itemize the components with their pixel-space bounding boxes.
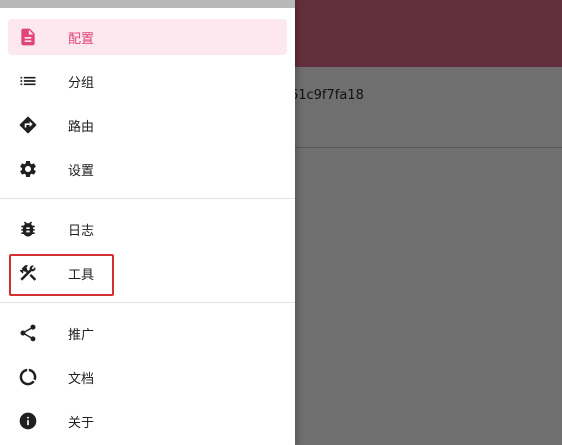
list-icon (18, 71, 38, 91)
drawer-item-docs[interactable]: 文档 (8, 359, 287, 395)
drawer-item-about[interactable]: 关于 (8, 403, 287, 439)
drawer-item-promote[interactable]: 推广 (8, 315, 287, 351)
drawer-item-log[interactable]: 日志 (8, 211, 287, 247)
drawer-item-label: 分组 (68, 76, 95, 91)
share-icon (18, 323, 38, 343)
status-bar (0, 0, 295, 8)
info-icon (18, 411, 38, 431)
drawer-item-label: 路由 (68, 120, 95, 135)
drawer-divider (0, 198, 295, 199)
drawer-item-label: 配置 (68, 32, 95, 47)
drawer-item-label: 日志 (68, 224, 95, 239)
bug-icon (18, 219, 38, 239)
drawer-divider (0, 302, 295, 303)
background-divider (295, 147, 562, 148)
circle-icon (18, 367, 38, 387)
file-icon (18, 27, 38, 47)
tools-highlight-box (9, 254, 114, 296)
drawer-item-label: 文档 (68, 372, 95, 387)
drawer-item-label: 推广 (68, 328, 95, 343)
gear-icon (18, 159, 38, 179)
drawer-item-label: 设置 (68, 164, 95, 179)
drawer-item-label: 关于 (68, 416, 95, 431)
drawer-item-settings[interactable]: 设置 (8, 151, 287, 187)
drawer-item-group[interactable]: 分组 (8, 63, 287, 99)
navigation-drawer: 配置 分组 路由 设置 日志 工具 推广 文档 关于 (0, 0, 295, 445)
route-icon (18, 115, 38, 135)
drawer-item-config[interactable]: 配置 (8, 19, 287, 55)
drawer-item-route[interactable]: 路由 (8, 107, 287, 143)
